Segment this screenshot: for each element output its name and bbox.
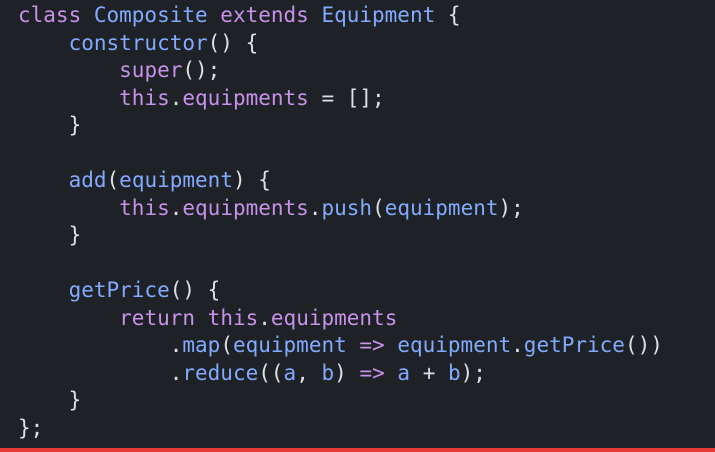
code-token: . xyxy=(511,333,524,357)
code-token: equipments xyxy=(182,195,309,220)
code-token: . xyxy=(18,333,183,357)
code-line: class Composite extends Equipment { xyxy=(18,2,461,30)
code-token: equipments xyxy=(270,305,398,330)
code-token: reduce xyxy=(182,360,259,385)
code-token: class xyxy=(18,3,94,27)
code-token: ) { xyxy=(232,168,271,192)
code-token: this xyxy=(119,195,170,220)
code-token: b xyxy=(447,360,461,385)
code-token: (); xyxy=(182,58,221,82)
code-line: } xyxy=(18,222,82,250)
code-line: getPrice() { xyxy=(18,277,221,305)
code-token: equipment xyxy=(232,333,347,357)
code-token: }; xyxy=(18,415,44,440)
code-token: } xyxy=(18,388,82,412)
code-token: ( xyxy=(106,168,120,192)
code-token: . xyxy=(308,195,322,220)
code-line: this.equipments.push(equipment); xyxy=(18,195,524,223)
code-token: a xyxy=(397,360,411,385)
code-token: ); xyxy=(460,360,486,385)
code-token: equipment xyxy=(397,333,512,357)
code-editor: class Composite extends Equipment { cons… xyxy=(0,0,715,446)
code-token: => xyxy=(359,360,385,385)
code-token: ) xyxy=(334,360,360,385)
code-token: } xyxy=(18,223,82,247)
code-token: => xyxy=(346,333,398,357)
code-token: , xyxy=(296,360,322,385)
code-token: ); xyxy=(498,195,524,220)
code-token: (( xyxy=(258,360,284,385)
code-token: b xyxy=(321,360,335,385)
code-token: . xyxy=(169,195,183,220)
code-line: } xyxy=(18,387,82,415)
code-line: this.equipments = []; xyxy=(18,85,385,113)
video-progress-bar[interactable] xyxy=(0,446,715,452)
code-token: this xyxy=(207,305,259,330)
code-token: ()) xyxy=(624,333,663,357)
code-token: add xyxy=(68,168,107,192)
code-token: ( xyxy=(220,333,233,357)
code-token: this xyxy=(119,85,170,110)
code-token: () { xyxy=(169,278,221,302)
code-token: Equipment xyxy=(321,3,436,27)
video-progress-fill xyxy=(0,448,715,452)
code-token: + xyxy=(410,360,448,385)
code-line: constructor() { xyxy=(18,30,259,58)
code-token: . xyxy=(18,360,183,385)
code-token: { xyxy=(435,3,461,27)
code-token: map xyxy=(182,333,221,357)
code-token: } xyxy=(18,113,82,137)
code-line: return this.equipments xyxy=(18,305,397,333)
code-token: getPrice xyxy=(523,333,625,357)
code-token: getPrice xyxy=(68,278,170,302)
code-line: }; xyxy=(18,415,43,443)
code-token: equipments xyxy=(182,85,309,110)
code-token: equipment xyxy=(119,168,233,192)
code-line: .reduce((a, b) => a + b); xyxy=(18,360,486,388)
code-token: ( xyxy=(372,195,385,220)
code-token: return xyxy=(119,305,208,330)
code-token: . xyxy=(169,85,183,110)
code-line: add(equipment) { xyxy=(18,167,271,195)
code-token: push xyxy=(321,195,373,220)
code-token: . xyxy=(258,305,271,330)
code-line: .map(equipment => equipment.getPrice()) xyxy=(18,332,663,360)
code-token: extends xyxy=(207,3,322,27)
code-token: equipment xyxy=(384,195,499,220)
code-line: } xyxy=(18,112,82,140)
code-token: Composite xyxy=(93,3,208,27)
code-line: super(); xyxy=(18,57,220,85)
code-token: constructor xyxy=(68,30,208,55)
code-token: a xyxy=(283,360,297,385)
code-token: super xyxy=(119,58,183,82)
code-token: = []; xyxy=(308,85,385,110)
code-token: () { xyxy=(207,30,259,55)
